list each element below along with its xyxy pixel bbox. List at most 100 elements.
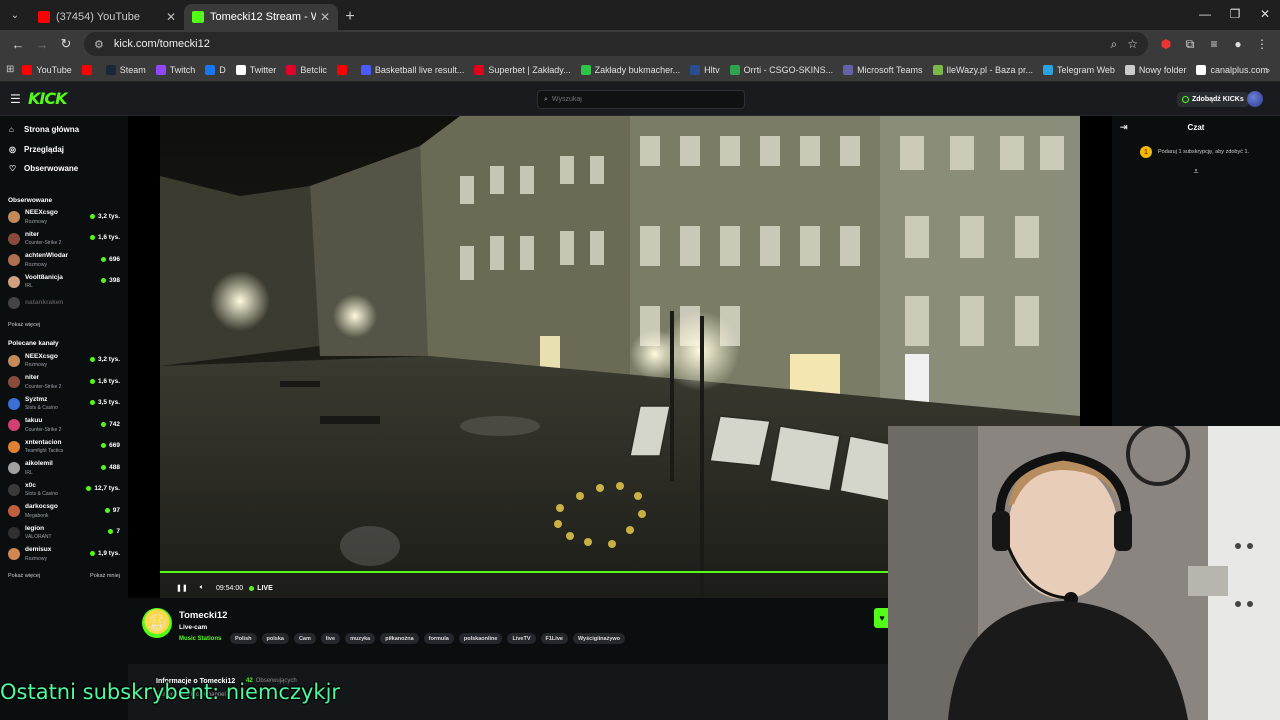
- bookmark-item[interactable]: Telegram Web: [1043, 64, 1115, 75]
- channel-name: darkocsgo: [25, 503, 58, 510]
- search-box[interactable]: ⌕: [537, 90, 745, 109]
- bookmarks-bar: ⊞ YouTube Steam Twitch D Twitter Betclic Basket…: [0, 58, 1280, 82]
- stream-category[interactable]: Music Stations: [179, 636, 221, 642]
- reload-button[interactable]: ↻: [54, 32, 78, 56]
- collapse-chat-icon[interactable]: ⇥: [1120, 122, 1128, 133]
- stream-tag[interactable]: F1Live: [540, 633, 568, 644]
- kick-logo[interactable]: KICK: [28, 89, 67, 108]
- tab-search-icon[interactable]: ⌄: [4, 4, 26, 26]
- close-tab-icon[interactable]: ✕: [320, 10, 330, 24]
- bookmark-item[interactable]: Steam: [105, 64, 146, 75]
- streamer-name[interactable]: Tomecki12: [179, 610, 227, 621]
- sidebar-channel[interactable]: legion VALORANT 7: [0, 522, 128, 544]
- menu-icon[interactable]: ⋮: [1250, 32, 1274, 56]
- bookmark-label: Twitch: [169, 64, 196, 75]
- channel-name: xntentacion: [25, 438, 62, 446]
- stream-tag[interactable]: Wyścigiinażywo: [572, 633, 626, 644]
- maximize-button[interactable]: ❐: [1220, 0, 1250, 28]
- profile-icon[interactable]: ●: [1226, 32, 1250, 56]
- sidebar-channel[interactable]: NEEXcsgo Rozmowy 3,2 tys.: [0, 350, 128, 372]
- get-kicks-button[interactable]: Zdobądź KICKs: [1177, 92, 1249, 107]
- show-more-button[interactable]: Pokaż więcej: [8, 573, 40, 579]
- puzzle-icon[interactable]: ⧉: [1178, 32, 1202, 56]
- back-button[interactable]: ←: [6, 32, 30, 56]
- bookmark-item[interactable]: [336, 64, 351, 75]
- bookmark-item[interactable]: Basketball live result...: [360, 64, 464, 75]
- stream-tag[interactable]: piłkanożna: [380, 633, 419, 644]
- sidebar-channel[interactable]: x0c Slots & Casino 12,7 tys.: [0, 479, 128, 501]
- bookmark-item[interactable]: canalplus.com: [1196, 64, 1268, 75]
- sidebar-channel[interactable]: xntentacion Teamfight Tactics 669: [0, 436, 128, 458]
- sidebar-channel[interactable]: Voolt8anicja IRL 398: [0, 271, 128, 293]
- extension-icon[interactable]: ⬢: [1154, 32, 1178, 56]
- progress-bar[interactable]: [160, 571, 890, 573]
- bookmark-item[interactable]: Zakłady bukmacher...: [580, 64, 680, 75]
- sidebar-channel[interactable]: niter Counter-Strike 2 1,6 tys.: [0, 228, 128, 250]
- forward-button[interactable]: →: [30, 32, 54, 56]
- more-bookmarks-icon[interactable]: »: [1265, 65, 1270, 75]
- bookmark-item[interactable]: Superbet | Zakłady...: [474, 64, 571, 75]
- channel-category: Slots & Casino: [25, 491, 58, 497]
- stream-tag[interactable]: polskaonline: [458, 633, 503, 644]
- bookmark-item[interactable]: Nowy folder: [1124, 64, 1186, 75]
- bookmark-item[interactable]: Orrti - CSGO-SKINS...: [729, 64, 833, 75]
- sidebar-channel[interactable]: natankraken: [0, 293, 128, 315]
- stream-tag[interactable]: muzyka: [345, 633, 376, 644]
- sidebar-channel[interactable]: aikolemil IRL 488: [0, 458, 128, 480]
- bookmark-item[interactable]: Hltv: [690, 64, 720, 75]
- bookmark-star-icon[interactable]: ☆: [1127, 37, 1138, 51]
- channel-name: achtenWlodar: [25, 252, 68, 259]
- close-window-button[interactable]: ✕: [1250, 0, 1280, 28]
- sidebar-channel[interactable]: achtenWlodar Rozmowy 696: [0, 250, 128, 272]
- sidebar: ⌂ Strona główna ◎ Przeglądaj ♡ Obserwowane …: [0, 116, 128, 720]
- zoom-icon[interactable]: ⌕: [1111, 37, 1118, 52]
- pause-icon[interactable]: ❚❚: [176, 584, 188, 592]
- sidebar-channel[interactable]: demisux Rozmowy 1,9 tys.: [0, 544, 128, 566]
- user-avatar[interactable]: [1247, 91, 1263, 107]
- channel-avatar: [8, 211, 20, 224]
- volume-icon[interactable]: 🔈︎: [200, 584, 204, 592]
- search-input[interactable]: [551, 96, 732, 103]
- sidebar-item-following[interactable]: ♡ Obserwowane: [0, 159, 128, 179]
- chat-expand-icon[interactable]: ⩡: [1112, 166, 1280, 177]
- stream-tag[interactable]: LiveTV: [507, 633, 536, 644]
- bookmark-item[interactable]: Betclic: [286, 64, 327, 75]
- sidebar-channel[interactable]: Syztmz Slots & Casino 3,5 tys.: [0, 393, 128, 415]
- site-info-icon[interactable]: ⚙: [94, 38, 104, 51]
- sidebar-channel[interactable]: darkocsgo Megabonk 97: [0, 501, 128, 523]
- bookmark-item[interactable]: [81, 64, 96, 75]
- bookmark-favicon-icon: [1196, 64, 1207, 75]
- bookmark-item[interactable]: YouTube: [22, 64, 72, 75]
- tab-youtube[interactable]: (37454) YouTube ✕: [30, 4, 184, 30]
- stream-tag[interactable]: formula: [423, 633, 454, 644]
- address-bar[interactable]: ⚙ kick.com/tomecki12 ⌕ ☆: [84, 32, 1148, 56]
- streamer-avatar[interactable]: 🤑︎: [142, 608, 172, 638]
- close-tab-icon[interactable]: ✕: [166, 10, 176, 24]
- stream-tag[interactable]: live: [320, 633, 341, 644]
- webcam-image: [888, 426, 1280, 720]
- stream-tag[interactable]: Cam: [293, 633, 316, 644]
- bookmark-item[interactable]: IleWazy.pl - Baza pr...: [932, 64, 1033, 75]
- sidebar-item-label: Strona główna: [24, 125, 80, 135]
- sidebar-channel[interactable]: NEEXcsgo Rozmowy 3,2 tys.: [0, 207, 128, 229]
- sidebar-item-browse[interactable]: ◎ Przeglądaj: [0, 140, 128, 160]
- stream-tag[interactable]: Polish: [230, 633, 257, 644]
- sidebar-item-home[interactable]: ⌂ Strona główna: [0, 120, 128, 140]
- tab-kick[interactable]: Tomecki12 Stream - Watch Live ✕: [184, 4, 338, 30]
- bookmark-item[interactable]: Twitter: [235, 64, 276, 75]
- show-more-label[interactable]: Pokaż więcej: [8, 322, 40, 328]
- show-more-followed[interactable]: Pokaż więcej: [0, 322, 128, 328]
- hamburger-icon[interactable]: ☰: [10, 92, 21, 106]
- bookmark-item[interactable]: Twitch: [155, 64, 196, 75]
- sidebar-channel[interactable]: niter Counter-Strike 2 1,6 tys.: [0, 372, 128, 394]
- sidebar-channel[interactable]: takuu Counter-Strike 2 742: [0, 415, 128, 437]
- stream-tag[interactable]: polska: [261, 633, 289, 644]
- media-icon[interactable]: ≡: [1202, 32, 1226, 56]
- show-less-button[interactable]: Pokaż mniej: [90, 573, 120, 579]
- bookmark-item[interactable]: Microsoft Teams: [843, 64, 923, 75]
- bookmark-item[interactable]: D: [205, 64, 226, 75]
- channel-category: Rozmowy: [25, 218, 47, 225]
- apps-icon[interactable]: ⊞: [6, 64, 14, 75]
- minimize-button[interactable]: —: [1190, 0, 1220, 28]
- new-tab-button[interactable]: +: [338, 4, 362, 30]
